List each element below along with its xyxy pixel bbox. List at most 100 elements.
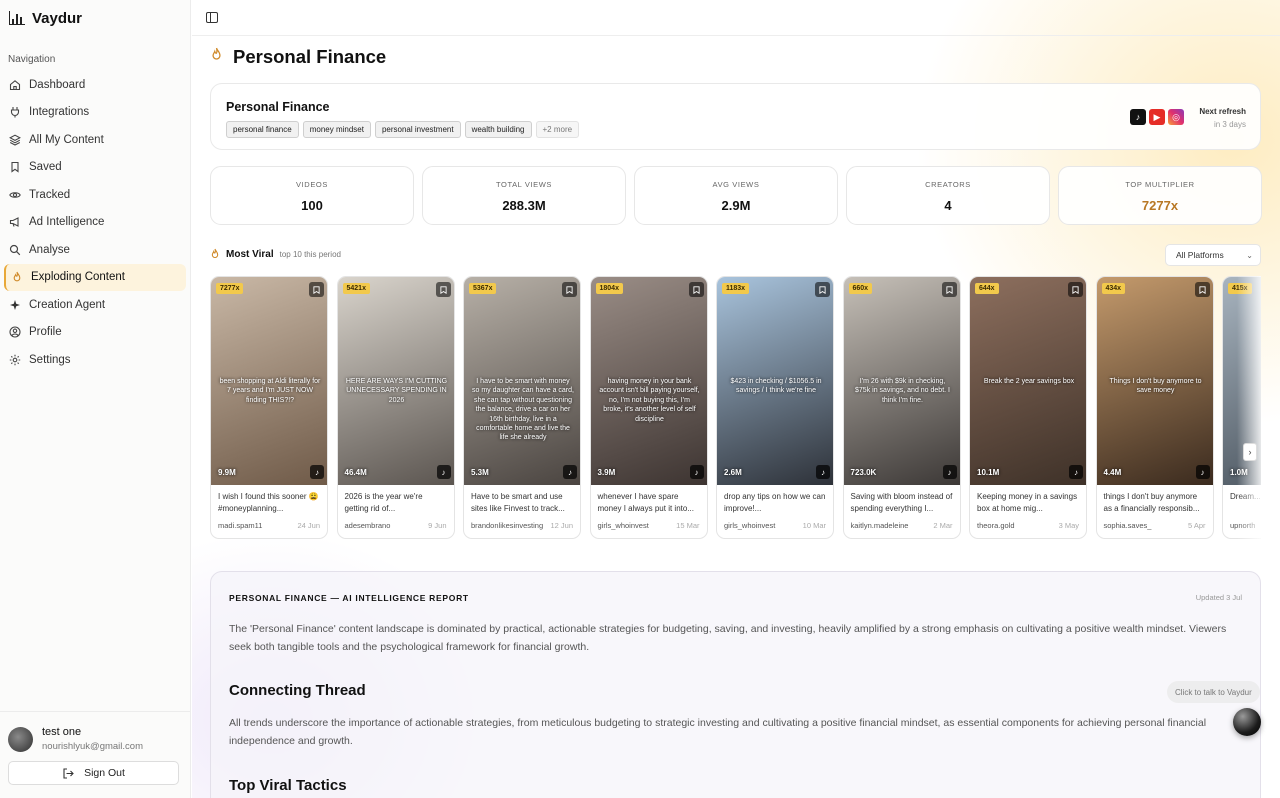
sidebar-item-all-my-content[interactable]: All My Content <box>4 126 186 154</box>
sidebar-item-exploding-content[interactable]: Exploding Content <box>4 263 186 291</box>
toggle-sidebar-icon[interactable] <box>206 12 218 23</box>
user-profile[interactable]: test one nourishlyuk@gmail.com <box>0 711 190 752</box>
tiktok-icon: ♪ <box>1195 465 1210 479</box>
sign-out-label: Sign Out <box>84 767 125 779</box>
bookmark-button[interactable] <box>688 282 704 297</box>
video-thumbnail[interactable]: 7277x been shopping at Aldi literally for… <box>211 277 327 485</box>
stat-card-top-multiplier: TOP MULTIPLIER 7277x <box>1058 166 1262 225</box>
sidebar: Vaydur Navigation Dashboard Integrations… <box>0 0 191 798</box>
sidebar-item-dashboard[interactable]: Dashboard <box>4 71 186 99</box>
video-card[interactable]: 434x Things I don't buy anymore to save m… <box>1095 276 1214 539</box>
bookmark-icon <box>11 162 19 173</box>
platform-icons: ♪ ▶ ◎ <box>1130 109 1184 125</box>
view-count: 4.4M <box>1103 468 1122 477</box>
video-thumbnail[interactable]: 1804x having money in your bank account i… <box>590 277 707 485</box>
bookmark-button[interactable] <box>815 282 830 297</box>
video-author[interactable]: adesembrano <box>345 521 391 530</box>
video-author[interactable]: girls_whoinvest <box>724 521 775 530</box>
video-author[interactable]: brandonlikesinvesting <box>471 521 543 530</box>
report-section-title: Connecting Thread <box>229 682 366 699</box>
topbar <box>192 0 1280 36</box>
platform-filter-select[interactable]: All Platforms ⌄ <box>1165 244 1261 266</box>
video-card[interactable]: 1804x having money in your bank account i… <box>589 276 708 539</box>
video-overlay-text: HERE ARE WAYS I'M CUTTING UNNECESSARY SP… <box>345 377 448 404</box>
layers-icon <box>9 134 21 146</box>
video-card[interactable]: 5367x I have to be smart with money so my… <box>463 276 581 539</box>
sidebar-item-creation-agent[interactable]: Creation Agent <box>4 291 186 319</box>
multiplier-badge: 1183x <box>722 283 750 294</box>
sidebar-item-profile[interactable]: Profile <box>4 319 186 347</box>
video-author[interactable]: theora.gold <box>977 521 1015 530</box>
video-card[interactable]: 644x Break the 2 year savings box 10.1M ♪ Ke… <box>969 276 1087 539</box>
video-thumbnail[interactable]: 644x Break the 2 year savings box 10.1M ♪ <box>970 277 1086 485</box>
video-author[interactable]: kaitlyn.madeleine <box>851 521 909 530</box>
video-caption: Keeping money in a savings box at home m… <box>977 492 1078 513</box>
stat-value: 2.9M <box>721 198 751 213</box>
video-caption: Saving with bloom instead of spending ev… <box>850 492 953 513</box>
sidebar-item-ad-intelligence[interactable]: Ad Intelligence <box>4 209 186 237</box>
stat-card-creators: CREATORS 4 <box>846 166 1050 225</box>
more-tags-badge[interactable]: +2 more <box>535 121 580 138</box>
video-meta: madi.spam11 24 Jun <box>211 519 327 530</box>
video-meta: girls_whoinvest 10 Mar <box>717 519 833 530</box>
bookmark-button[interactable] <box>562 282 577 297</box>
tiktok-icon: ♪ <box>436 465 451 479</box>
next-refresh: Next refresh in 3 days <box>1199 107 1246 129</box>
plug-icon <box>10 107 20 118</box>
video-card[interactable]: 1183x $423 in checking / $1056.5 in savin… <box>716 276 834 539</box>
sidebar-item-settings[interactable]: Settings <box>4 346 186 374</box>
bookmark-button[interactable] <box>941 282 957 297</box>
video-card[interactable]: 660x I'm 26 with $9k in checking, $75k in… <box>842 276 961 539</box>
talk-to-assistant-tooltip[interactable]: Click to talk to Vaydur <box>1167 681 1260 703</box>
video-thumbnail[interactable]: 1183x $423 in checking / $1056.5 in savin… <box>717 277 833 485</box>
video-author[interactable]: girls_whoinvest <box>598 521 649 530</box>
video-thumbnail[interactable]: 660x I'm 26 with $9k in checking, $75k in… <box>843 277 960 485</box>
video-card[interactable]: 5421x HERE ARE WAYS I'M CUTTING UNNECESSA… <box>336 276 455 539</box>
tag[interactable]: personal investment <box>374 121 461 138</box>
bookmark-button[interactable] <box>309 282 324 297</box>
carousel-next-button[interactable]: › <box>1243 443 1257 461</box>
video-thumbnail[interactable]: 434x Things I don't buy anymore to save m… <box>1096 277 1213 485</box>
tag[interactable]: wealth building <box>464 121 532 138</box>
video-caption: I wish I found this sooner 😩 #moneyplann… <box>218 492 319 513</box>
report-title: PERSONAL FINANCE — AI INTELLIGENCE REPOR… <box>229 593 469 603</box>
multiplier-badge: 434x <box>1101 283 1126 294</box>
sidebar-item-saved[interactable]: Saved <box>4 154 186 182</box>
sidebar-item-integrations[interactable]: Integrations <box>4 99 186 127</box>
report-updated: Updated 3 Jul <box>1195 593 1242 602</box>
flame-icon <box>210 47 223 67</box>
tag[interactable]: money mindset <box>302 121 371 138</box>
bookmark-icon <box>439 285 447 294</box>
platform-filter-value: All Platforms <box>1176 250 1224 260</box>
sidebar-item-label: Tracked <box>29 188 71 201</box>
tiktok-icon: ♪ <box>563 465 577 479</box>
video-caption: Have to be smart and use sites like Finv… <box>471 492 565 513</box>
video-author[interactable]: madi.spam11 <box>218 521 262 530</box>
video-thumbnail[interactable]: 5367x I have to be smart with money so my… <box>464 277 580 485</box>
bookmark-button[interactable] <box>435 282 451 297</box>
bookmark-button[interactable] <box>1194 282 1210 297</box>
video-thumbnail[interactable]: 5421x HERE ARE WAYS I'M CUTTING UNNECESSA… <box>337 277 454 485</box>
sidebar-item-analyse[interactable]: Analyse <box>4 236 186 264</box>
bookmark-button[interactable] <box>1068 282 1083 297</box>
sidebar-item-label: Exploding Content <box>31 271 125 284</box>
tiktok-icon: ♪ <box>1069 465 1083 479</box>
stat-value: 7277x <box>1141 198 1179 213</box>
video-author[interactable]: sophia.saves_ <box>1104 521 1152 530</box>
voice-assistant-orb[interactable] <box>1233 708 1261 736</box>
video-meta: adesembrano 9 Jun <box>338 519 454 530</box>
tag[interactable]: personal finance <box>226 121 299 138</box>
stats-row: VIDEOS 100 TOTAL VIEWS 288.3M AVG VIEWS … <box>210 166 1262 225</box>
bookmark-icon <box>819 285 826 294</box>
nav-caption: Navigation <box>8 54 56 65</box>
youtube-icon: ▶ <box>1149 109 1165 125</box>
video-date: 10 Mar <box>802 521 826 530</box>
report-section-text: All trends underscore the importance of … <box>229 717 1207 747</box>
sign-out-button[interactable]: Sign Out <box>8 761 179 785</box>
video-card[interactable]: 7277x been shopping at Aldi literally for… <box>210 276 328 539</box>
topic-title: Personal Finance <box>226 100 330 114</box>
sidebar-item-tracked[interactable]: Tracked <box>4 181 186 209</box>
brand[interactable]: Vaydur <box>0 0 190 36</box>
sidebar-item-label: Dashboard <box>29 78 86 91</box>
stat-label: CREATORS <box>925 180 971 189</box>
